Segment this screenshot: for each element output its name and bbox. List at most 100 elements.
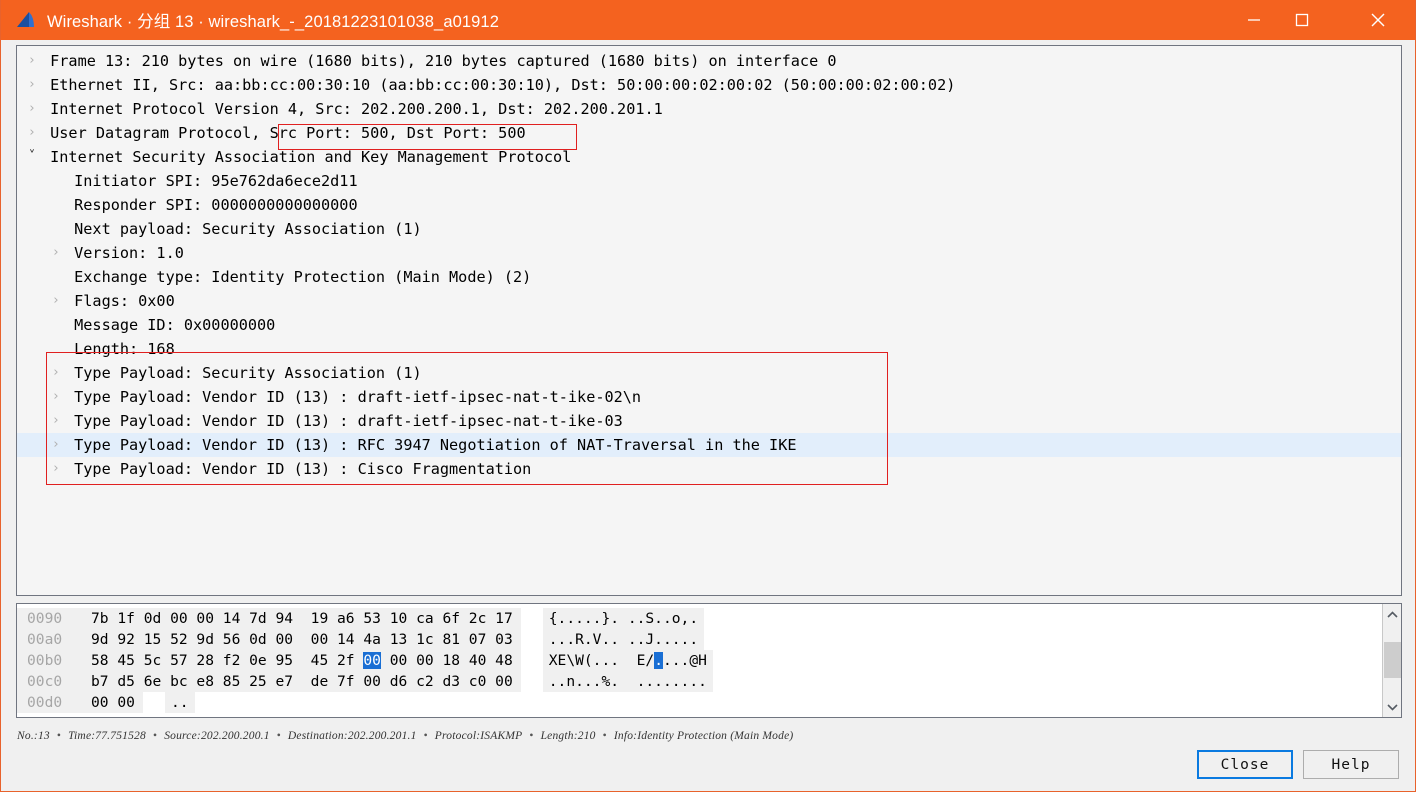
hex-dump-row[interactable]: 00a0 9d 92 15 52 9d 56 0d 00 00 14 4a 13 … [17,629,1382,650]
chevron-right-icon[interactable]: › [47,433,65,457]
tree-row[interactable]: Length: 168 [17,337,1401,361]
scrollbar-thumb[interactable] [1384,642,1401,678]
tree-row[interactable]: Next payload: Security Association (1) [17,217,1401,241]
chevron-right-icon[interactable]: › [47,385,65,409]
title-bar: Wireshark · 分组 13 · wireshark_-_20181223… [1,0,1415,40]
status-field-label: Protocol: [434,730,481,742]
status-separator: • [276,730,281,742]
chevron-up-icon[interactable] [1384,606,1401,623]
tree-row-label: Ethernet II, Src: aa:bb:cc:00:30:10 (aa:… [41,76,956,94]
tree-row-label: Responder SPI: 0000000000000000 [65,196,358,214]
minimize-icon[interactable] [1231,0,1277,40]
tree-row-label: Initiator SPI: 95e762da6ece2d11 [65,172,358,190]
hex-ascii: ...R.V.. ..J..... [542,629,705,650]
hex-bytes: 58 45 5c 57 28 f2 0e 95 45 2f 00 00 00 1… [83,650,521,671]
tree-row-label: Frame 13: 210 bytes on wire (1680 bits),… [41,52,837,70]
tree-row-label: Next payload: Security Association (1) [65,220,422,238]
tree-row-label: Length: 168 [65,340,175,358]
tree-row[interactable]: › Frame 13: 210 bytes on wire (1680 bits… [17,49,1401,73]
hex-dump-rows: 0090 7b 1f 0d 00 00 14 7d 94 19 a6 53 10 … [17,604,1382,717]
tree-row[interactable]: Message ID: 0x00000000 [17,313,1401,337]
hex-offset: 00c0 [17,671,83,692]
tree-row-label: Type Payload: Vendor ID (13) : Cisco Fra… [65,460,532,478]
tree-row-label: Internet Protocol Version 4, Src: 202.20… [41,100,663,118]
chevron-down-icon[interactable] [1384,698,1401,715]
tree-row[interactable]: › Type Payload: Security Association (1) [17,361,1401,385]
hex-dump-row[interactable]: 00d0 00 00.. [17,692,1382,713]
tree-row-label: Type Payload: Vendor ID (13) : draft-iet… [65,412,623,430]
packet-detail-tree[interactable]: › Frame 13: 210 bytes on wire (1680 bits… [16,45,1402,596]
chevron-right-icon[interactable]: › [47,457,65,481]
status-field-label: Time: [68,730,96,742]
tree-row[interactable]: › Internet Protocol Version 4, Src: 202.… [17,97,1401,121]
status-separator: • [423,730,428,742]
tree-row[interactable]: › Ethernet II, Src: aa:bb:cc:00:30:10 (a… [17,73,1401,97]
chevron-right-icon[interactable]: › [47,361,65,385]
tree-row-label: Type Payload: Vendor ID (13) : RFC 3947 … [65,436,797,454]
maximize-icon[interactable] [1279,0,1325,40]
chevron-right-icon[interactable]: › [23,121,41,145]
status-separator: • [152,730,158,742]
chevron-right-icon[interactable]: › [23,97,41,121]
status-field-value: Identity Protection (Main Mode) [637,730,794,742]
hex-dump-row[interactable]: 0090 7b 1f 0d 00 00 14 7d 94 19 a6 53 10 … [17,608,1382,629]
tree-row[interactable]: › Version: 1.0 [17,241,1401,265]
tree-row-label: Type Payload: Vendor ID (13) : draft-iet… [65,388,642,406]
hex-ascii: .. [164,692,195,713]
status-bar: No.: 13 • Time: 77.751528 • Source: 202.200.… [17,726,1401,746]
tree-row-label: Message ID: 0x00000000 [65,316,276,334]
hex-bytes: 7b 1f 0d 00 00 14 7d 94 19 a6 53 10 ca 6… [83,608,521,629]
tree-row-label: User Datagram Protocol, Src Port: 500, D… [41,124,526,142]
tree-row[interactable]: › Type Payload: Vendor ID (13) : draft-i… [17,409,1401,433]
hex-dump-panel[interactable]: 0090 7b 1f 0d 00 00 14 7d 94 19 a6 53 10 … [16,603,1402,718]
tree-row-label: Type Payload: Security Association (1) [65,364,422,382]
status-field-label: Source: [164,730,201,742]
close-icon[interactable] [1355,0,1401,40]
tree-row-label: Flags: 0x00 [65,292,175,310]
tree-row-label: Internet Security Association and Key Ma… [41,148,572,166]
tree-row-label: Version: 1.0 [65,244,184,262]
hex-bytes: 9d 92 15 52 9d 56 0d 00 00 14 4a 13 1c 8… [83,629,521,650]
tree-row[interactable]: › Type Payload: Vendor ID (13) : Cisco F… [17,457,1401,481]
wireshark-packet-detail-window: Wireshark · 分组 13 · wireshark_-_20181223… [0,0,1416,792]
status-field-value: 210 [577,730,596,742]
window-title: Wireshark · 分组 13 · wireshark_-_20181223… [47,13,499,31]
close-button[interactable]: Close [1197,750,1293,779]
hex-selected-byte[interactable]: 00 [363,652,381,669]
hex-offset: 0090 [17,608,83,629]
help-button[interactable]: Help [1303,750,1399,779]
hex-bytes: 00 00 [83,692,143,713]
chevron-right-icon[interactable]: › [23,49,41,73]
tree-row[interactable]: › Type Payload: Vendor ID (13) : draft-i… [17,385,1401,409]
hex-offset: 00b0 [17,650,83,671]
hex-ascii: XE\W(... E/....@H [542,650,713,671]
dialog-button-bar: Close Help [1197,750,1399,779]
hex-ascii-selected[interactable]: . [654,652,663,669]
tree-row-label: Exchange type: Identity Protection (Main… [65,268,532,286]
tree-row[interactable]: Exchange type: Identity Protection (Main… [17,265,1401,289]
tree-row[interactable]: Initiator SPI: 95e762da6ece2d11 [17,169,1401,193]
tree-row[interactable]: Responder SPI: 0000000000000000 [17,193,1401,217]
chevron-right-icon[interactable]: › [47,289,65,313]
status-field-label: No.: [17,730,38,742]
hex-offset: 00a0 [17,629,83,650]
status-field-label: Destination: [287,730,348,742]
tree-row[interactable]: › User Datagram Protocol, Src Port: 500,… [17,121,1401,145]
status-separator: • [529,730,534,742]
status-field-value: ISAKMP [480,730,523,742]
chevron-down-icon[interactable]: ˅ [23,145,41,169]
hex-offset: 00d0 [17,692,83,713]
status-field-label: Info: [613,730,638,742]
chevron-right-icon[interactable]: › [23,73,41,97]
chevron-right-icon[interactable]: › [47,409,65,433]
hex-dump-scrollbar[interactable] [1382,604,1401,717]
tree-row[interactable]: ˅ Internet Security Association and Key … [17,145,1401,169]
status-field-value: 202.200.201.1 [347,730,417,742]
chevron-right-icon[interactable]: › [47,241,65,265]
hex-dump-row[interactable]: 00c0 b7 d5 6e bc e8 85 25 e7 de 7f 00 d6 … [17,671,1382,692]
hex-dump-row[interactable]: 00b0 58 45 5c 57 28 f2 0e 95 45 2f 00 00 … [17,650,1382,671]
hex-ascii: ..n...%. ........ [542,671,713,692]
tree-row[interactable]: › Type Payload: Vendor ID (13) : RFC 394… [17,433,1401,457]
status-field-label: Length: [540,730,578,742]
tree-row[interactable]: › Flags: 0x00 [17,289,1401,313]
